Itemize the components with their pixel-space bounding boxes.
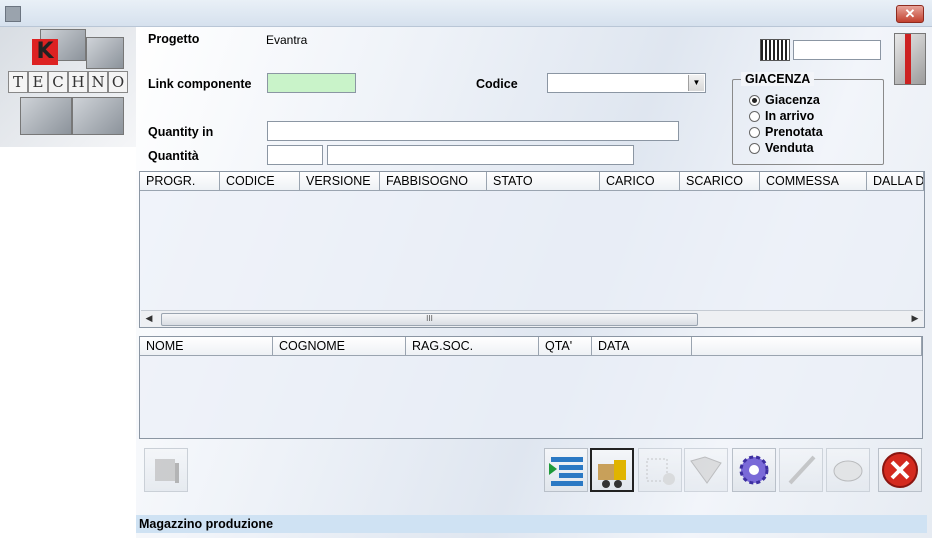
barcode-icon[interactable] (760, 39, 790, 61)
warehouse-button[interactable] (590, 448, 634, 492)
column-header[interactable]: FABBISOGNO (380, 172, 487, 191)
erase-button[interactable] (826, 448, 870, 492)
forklift-icon (598, 460, 626, 488)
horizontal-scrollbar[interactable]: ◀ III ▶ (141, 310, 923, 327)
gear-icon (739, 455, 769, 485)
radio-label: Venduta (765, 141, 814, 155)
quantita-input[interactable] (267, 145, 323, 165)
logo-cube (86, 37, 124, 69)
close-icon (882, 452, 918, 488)
column-header[interactable]: RAG.SOC. (406, 337, 539, 356)
radio-venduta[interactable]: Venduta (749, 141, 814, 157)
codice-dropdown[interactable]: ▼ (547, 73, 706, 93)
status-bar: Magazzino produzione (136, 515, 927, 533)
quantity-in-input[interactable] (267, 121, 679, 141)
radio-label: Giacenza (765, 93, 820, 107)
giacenza-title: GIACENZA (741, 72, 815, 86)
logo-letter: C (48, 71, 68, 93)
radio-icon[interactable] (749, 111, 760, 122)
logo-letter: T (8, 71, 28, 93)
link-componente-input[interactable] (267, 73, 356, 93)
list-button[interactable] (544, 448, 588, 492)
radio-giacenza[interactable]: Giacenza (749, 93, 820, 109)
logo-letter: N (88, 71, 108, 93)
logo-cube (72, 97, 124, 135)
column-header[interactable]: STATO (487, 172, 600, 191)
scroll-right-icon[interactable]: ▶ (909, 313, 921, 324)
chevron-down-icon[interactable]: ▼ (688, 75, 704, 91)
progetto-value: Evantra (266, 33, 308, 47)
contacts-grid-header: NOME COGNOME RAG.SOC. QTA' DATA (140, 337, 922, 356)
giacenza-group: GIACENZA Giacenza In arrivo Prenotata Ve… (732, 72, 884, 165)
scroll-left-icon[interactable]: ◀ (143, 313, 155, 324)
radio-label: In arrivo (765, 109, 815, 123)
list-icon (549, 457, 583, 486)
radio-icon[interactable] (749, 143, 760, 154)
title-bar: ✕ (0, 0, 932, 27)
link-componente-label: Link componente (148, 77, 252, 91)
logo-letter: E (28, 71, 48, 93)
column-header[interactable] (692, 337, 922, 356)
column-header[interactable]: COMMESSA (760, 172, 867, 191)
exit-button[interactable] (878, 448, 922, 492)
package-icon[interactable] (894, 33, 926, 85)
radio-label: Prenotata (765, 125, 823, 139)
column-header[interactable]: VERSIONE (300, 172, 380, 191)
close-button[interactable]: ✕ (896, 5, 924, 23)
forklift-icon (155, 459, 179, 483)
app-icon[interactable] (5, 6, 21, 22)
radio-prenotata[interactable]: Prenotata (749, 125, 823, 141)
add-button[interactable] (638, 448, 682, 492)
logo-cube (20, 97, 72, 135)
column-header[interactable]: CODICE (220, 172, 300, 191)
quantita-label: Quantità (148, 149, 199, 163)
column-header[interactable]: PROGR. (140, 172, 220, 191)
movements-grid-header: PROGR. CODICE VERSIONE FABBISOGNO STATO … (140, 172, 924, 191)
progetto-label: Progetto (148, 32, 200, 46)
column-header[interactable]: SCARICO (680, 172, 760, 191)
codice-label: Codice (476, 77, 518, 91)
map-icon (690, 456, 722, 484)
contacts-grid[interactable]: NOME COGNOME RAG.SOC. QTA' DATA (139, 336, 923, 439)
logo-k: K (32, 39, 58, 65)
scroll-thumb[interactable]: III (161, 313, 698, 326)
company-logo: K T E C H N O (0, 27, 136, 147)
pencil-icon (788, 455, 816, 485)
quantity-in-label: Quantity in (148, 125, 214, 139)
column-header[interactable]: NOME (140, 337, 273, 356)
map-button[interactable] (684, 448, 728, 492)
left-panel: K T E C H N O (0, 27, 136, 538)
barcode-input[interactable] (793, 40, 881, 60)
main-panel: Progetto Evantra Link componente Codice … (136, 27, 932, 538)
logo-letter: H (68, 71, 88, 93)
quantita-unit-input[interactable] (327, 145, 634, 165)
disabled-tool-button[interactable] (144, 448, 188, 492)
settings-button[interactable] (732, 448, 776, 492)
edit-button[interactable] (779, 448, 823, 492)
column-header[interactable]: QTA' (539, 337, 592, 356)
movements-grid[interactable]: PROGR. CODICE VERSIONE FABBISOGNO STATO … (139, 171, 925, 328)
eraser-icon (833, 460, 863, 482)
column-header[interactable]: DATA (592, 337, 692, 356)
column-header[interactable]: DALLA D (867, 172, 924, 191)
column-header[interactable]: COGNOME (273, 337, 406, 356)
radio-selected-icon[interactable] (749, 95, 760, 106)
add-icon (646, 458, 675, 485)
radio-icon[interactable] (749, 127, 760, 138)
radio-in-arrivo[interactable]: In arrivo (749, 109, 815, 125)
logo-letter: O (108, 71, 128, 93)
column-header[interactable]: CARICO (600, 172, 680, 191)
